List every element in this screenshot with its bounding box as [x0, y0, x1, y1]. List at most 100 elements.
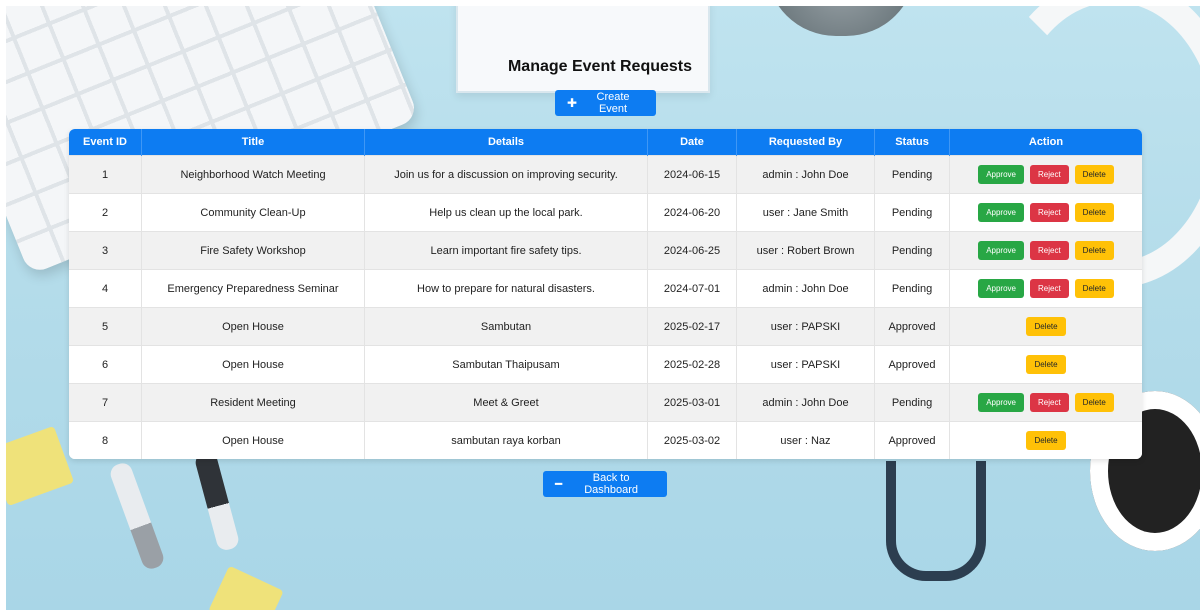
action-cell: Approve Reject Delete: [949, 193, 1142, 232]
action-cell: Delete: [949, 345, 1142, 384]
status-cell: Approved: [874, 345, 950, 384]
reject-button[interactable]: Reject: [1029, 241, 1069, 260]
details-cell: Meet & Greet: [364, 383, 648, 422]
binder-clip-decoration: [6, 425, 75, 507]
notepad-decoration: [456, 6, 710, 93]
requested-by-cell: admin : John Doe: [736, 383, 875, 422]
table-row: 2 Community Clean-Up Help us clean up the …: [69, 193, 1142, 232]
title-cell: Open House: [141, 345, 365, 384]
event-id-cell: 3: [69, 231, 142, 270]
approve-button[interactable]: Approve: [978, 279, 1024, 298]
reject-button[interactable]: Reject: [1029, 165, 1069, 184]
events-table: Event ID Title Details Date Requested By…: [69, 129, 1142, 459]
reject-button[interactable]: Reject: [1029, 203, 1069, 222]
details-cell: Help us clean up the local park.: [364, 193, 648, 232]
action-cell: Approve Reject Delete: [949, 383, 1142, 422]
status-cell: Pending: [874, 193, 950, 232]
action-buttons: Delete: [950, 431, 1142, 450]
delete-button[interactable]: Delete: [1074, 279, 1114, 298]
table-row: 7 Resident Meeting Meet & Greet 2025-03-01 a…: [69, 383, 1142, 422]
table-row: 8 Open House sambutan raya korban 2025-03-0…: [69, 421, 1142, 459]
approve-button[interactable]: Approve: [978, 203, 1024, 222]
title-cell: Open House: [141, 421, 365, 459]
table-row: 4 Emergency Preparedness Seminar How to pr…: [69, 269, 1142, 308]
delete-button[interactable]: Delete: [1026, 317, 1066, 336]
delete-button[interactable]: Delete: [1074, 393, 1114, 412]
requested-by-cell: user : Jane Smith: [736, 193, 875, 232]
delete-button[interactable]: Delete: [1074, 241, 1114, 260]
details-cell: Sambutan Thaipusam: [364, 345, 648, 384]
status-cell: Pending: [874, 269, 950, 308]
back-to-dashboard-button[interactable]: ━ Back to Dashboard: [543, 471, 667, 497]
action-buttons: Approve Reject Delete: [950, 279, 1142, 298]
status-cell: Pending: [874, 383, 950, 422]
table-header-row: Event ID Title Details Date Requested By…: [69, 129, 1142, 156]
binder-clip-decoration: [208, 565, 284, 610]
header-details: Details: [364, 129, 648, 156]
action-cell: Delete: [949, 307, 1142, 346]
reject-button[interactable]: Reject: [1029, 393, 1069, 412]
header-event-id: Event ID: [69, 129, 142, 156]
requested-by-cell: user : PAPSKI: [736, 307, 875, 346]
action-buttons: Delete: [950, 355, 1142, 374]
action-cell: Approve Reject Delete: [949, 231, 1142, 270]
page-title: Manage Event Requests: [507, 58, 693, 75]
title-cell: Open House: [141, 307, 365, 346]
create-event-label: Create Event: [596, 91, 630, 115]
action-buttons: Approve Reject Delete: [950, 203, 1142, 222]
date-cell: 2025-03-01: [647, 383, 737, 422]
requested-by-cell: user : Robert Brown: [736, 231, 875, 270]
title-cell: Fire Safety Workshop: [141, 231, 365, 270]
event-id-cell: 5: [69, 307, 142, 346]
details-cell: Learn important fire safety tips.: [364, 231, 648, 270]
glasses-decoration: [886, 461, 986, 581]
event-id-cell: 4: [69, 269, 142, 308]
event-id-cell: 8: [69, 421, 142, 459]
title-cell: Resident Meeting: [141, 383, 365, 422]
event-id-cell: 7: [69, 383, 142, 422]
event-id-cell: 2: [69, 193, 142, 232]
action-buttons: Delete: [950, 317, 1142, 336]
create-event-button[interactable]: ✚ Create Event: [555, 90, 656, 116]
bowl-decoration: [766, 6, 916, 36]
table-row: 5 Open House Sambutan 2025-02-17 user : PAPS…: [69, 307, 1142, 346]
plus-icon: ✚: [567, 96, 578, 110]
details-cell: Sambutan: [364, 307, 648, 346]
date-cell: 2024-06-20: [647, 193, 737, 232]
approve-button[interactable]: Approve: [978, 165, 1024, 184]
title-cell: Community Clean-Up: [141, 193, 365, 232]
header-requested-by: Requested By: [736, 129, 875, 156]
status-cell: Approved: [874, 307, 950, 346]
date-cell: 2025-02-17: [647, 307, 737, 346]
action-buttons: Approve Reject Delete: [950, 393, 1142, 412]
delete-button[interactable]: Delete: [1026, 355, 1066, 374]
details-cell: sambutan raya korban: [364, 421, 648, 459]
date-cell: 2024-06-25: [647, 231, 737, 270]
pen-decoration: [193, 449, 241, 553]
delete-button[interactable]: Delete: [1074, 203, 1114, 222]
delete-button[interactable]: Delete: [1074, 165, 1114, 184]
pen-decoration: [107, 460, 167, 572]
header-date: Date: [647, 129, 737, 156]
header-status: Status: [874, 129, 950, 156]
header-title: Title: [141, 129, 365, 156]
title-cell: Neighborhood Watch Meeting: [141, 155, 365, 194]
details-cell: How to prepare for natural disasters.: [364, 269, 648, 308]
table-row: 3 Fire Safety Workshop Learn important fir…: [69, 231, 1142, 270]
title-cell: Emergency Preparedness Seminar: [141, 269, 365, 308]
status-cell: Pending: [874, 155, 950, 194]
event-id-cell: 1: [69, 155, 142, 194]
table-row: 6 Open House Sambutan Thaipusam 2025-02-28 u…: [69, 345, 1142, 384]
status-cell: Approved: [874, 421, 950, 459]
action-buttons: Approve Reject Delete: [950, 165, 1142, 184]
requested-by-cell: admin : John Doe: [736, 269, 875, 308]
date-cell: 2025-03-02: [647, 421, 737, 459]
event-id-cell: 6: [69, 345, 142, 384]
approve-button[interactable]: Approve: [978, 393, 1024, 412]
approve-button[interactable]: Approve: [978, 241, 1024, 260]
date-cell: 2024-07-01: [647, 269, 737, 308]
minus-icon: ━: [555, 477, 563, 491]
reject-button[interactable]: Reject: [1029, 279, 1069, 298]
action-buttons: Approve Reject Delete: [950, 241, 1142, 260]
delete-button[interactable]: Delete: [1026, 431, 1066, 450]
